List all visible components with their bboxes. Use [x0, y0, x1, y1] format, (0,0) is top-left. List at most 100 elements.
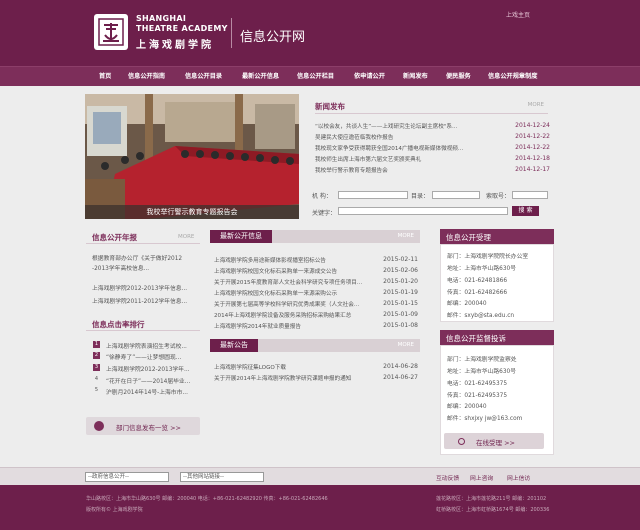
ranking-item[interactable]: “徐静寿了”——让梦想圆现...: [106, 352, 181, 361]
rank-badge: 5: [94, 387, 99, 393]
home-link[interactable]: 上戏主页: [506, 10, 530, 19]
pie-chart-icon: [94, 421, 104, 431]
nav-item-guide[interactable]: 信息公开指南: [128, 67, 165, 87]
latest-notice-row[interactable]: 关于开展2014年上海戏剧学院教学研究课题申报的通知 2014-06-27: [214, 374, 418, 384]
news-item[interactable]: 我校师生出席上海市第六届文艺奖颁奖典礼 2014-12-18: [315, 155, 550, 165]
rank-badge: 2: [93, 352, 100, 359]
latest-info-date: 2015-01-08: [383, 322, 418, 329]
nav-item-catalog[interactable]: 信息公开目录: [185, 67, 222, 87]
news-more-link[interactable]: MORE: [528, 102, 544, 108]
acceptance-address: 地址：上海市华山路630号: [447, 266, 517, 272]
latest-notice-title[interactable]: 上海戏剧学院征集LOGO下载: [214, 363, 286, 371]
latest-info-more[interactable]: MORE: [398, 233, 414, 239]
supervision-fax: 传真：021-62495375: [447, 393, 508, 399]
gov-info-select[interactable]: --政府信息公开--: [85, 472, 169, 482]
news-item-title[interactable]: 我校举行警示教育专题报告会: [315, 166, 388, 174]
keyword-input[interactable]: [338, 207, 508, 215]
latest-info-row[interactable]: 关于开展第七届高等学校科学研究优秀成果奖（人文社会... 2015-01-15: [214, 300, 418, 310]
nav-item-columns[interactable]: 信息公开栏目: [297, 67, 334, 87]
catalog-select[interactable]: [432, 191, 480, 199]
news-item-title[interactable]: 吴建民大使应邀莅临我校作报告: [315, 133, 393, 141]
news-item[interactable]: 吴建民大使应邀莅临我校作报告 2014-12-22: [315, 133, 550, 143]
annual-report-more[interactable]: MORE: [178, 234, 194, 240]
index-label: 索取号：: [486, 193, 511, 200]
ranking-item[interactable]: 沪剧月2014年14号-上海市市...: [106, 387, 188, 396]
acceptance-title: 信息公开受理: [446, 233, 491, 242]
footer-link-feedback[interactable]: 互动反馈: [436, 473, 459, 482]
search-form: 机 构： 目录： 索取号： 关键字： 搜 索: [310, 186, 550, 218]
news-item-title[interactable]: “以校会友，共谈人生”——上戏研究生论坛副主席校"系...: [315, 122, 457, 130]
annual-report-item[interactable]: 根据教育部办公厅《关于做好2012: [92, 253, 182, 262]
annual-report-item[interactable]: 上海戏剧学院2012-2013学年信息...: [92, 283, 187, 292]
keyword-label: 关键字：: [312, 210, 337, 217]
supervision-phone: 电话：021-62495375: [447, 381, 508, 387]
news-item[interactable]: 我校现文家争受获得聘获全国2014广播电视新媒体微视频... 2014-12-2…: [315, 144, 550, 154]
nav-item-news[interactable]: 新闻发布: [403, 67, 428, 87]
latest-info-row[interactable]: 2014年上海戏剧学院设备及服务采购招标采购结果汇总 2015-01-09: [214, 311, 418, 321]
news-item-date: 2014-12-17: [515, 166, 550, 173]
nav-item-rules[interactable]: 信息公开规章制度: [488, 67, 538, 87]
latest-info-row[interactable]: 上海戏剧学院2014年就业质量报告 2015-01-08: [214, 322, 418, 332]
latest-info-title[interactable]: 2014年上海戏剧学院设备及服务采购招标采购结果汇总: [214, 311, 351, 319]
latest-info-title[interactable]: 关于开展第七届高等学校科学研究优秀成果奖（人文社会...: [214, 300, 359, 308]
latest-info-date: 2015-02-11: [383, 256, 418, 263]
online-consult-button[interactable]: 在线受理 >>: [444, 433, 544, 449]
news-panel: 新闻发布 MORE “以校会友，共谈人生”——上戏研究生论坛副主席校"系... …: [310, 96, 550, 176]
footer-link-consult[interactable]: 网上咨询: [470, 473, 493, 482]
search-button[interactable]: 搜 索: [512, 206, 539, 216]
ranking-divider: [86, 330, 200, 331]
logo-text-en: SHANGHAI: [136, 14, 187, 23]
latest-notice-row[interactable]: 上海戏剧学院征集LOGO下载 2014-06-28: [214, 363, 418, 373]
latest-notice-title[interactable]: 关于开展2014年上海戏剧学院教学研究课题申报的通知: [214, 374, 351, 382]
latest-info-title[interactable]: 上海戏剧学院2014年就业质量报告: [214, 322, 301, 330]
latest-info-tab[interactable]: 最新公开信息: [210, 230, 272, 243]
latest-notice-tab[interactable]: 最新公告: [210, 339, 258, 352]
ranking-item[interactable]: 上海戏剧学院表演招生考试校...: [106, 341, 187, 350]
ranking-item[interactable]: 上海戏剧学院2012-2013学年...: [106, 364, 190, 373]
news-item[interactable]: 我校举行警示教育专题报告会 2014-12-17: [315, 166, 550, 176]
slider-caption[interactable]: 我校举行警示教育专题报告会: [85, 207, 299, 217]
latest-info-header: 最新公开信息 MORE: [210, 230, 420, 243]
rank-badge: 3: [93, 364, 100, 371]
latest-info-row[interactable]: 上海戏剧学院多用途新媒体影视播室招标公告 2015-02-11: [214, 256, 418, 266]
rank-badge: 1: [93, 341, 100, 348]
supervision-email[interactable]: 邮件：shxjxy jw@163.com: [447, 413, 522, 422]
school-logo-icon[interactable]: [94, 14, 128, 50]
ranking-item[interactable]: “花开在日子”——2014届毕业...: [106, 376, 190, 385]
latest-info-title[interactable]: 关于开展2015年度教育部人文社会科学研究专项任务项目...: [214, 278, 362, 286]
latest-info-row[interactable]: 上海戏剧学院校园文化标石采购单一来源成交公告 2015-02-06: [214, 267, 418, 277]
news-item-title[interactable]: 我校现文家争受获得聘获全国2014广播电视新媒体微视频...: [315, 144, 463, 152]
news-item-title[interactable]: 我校师生出席上海市第六届文艺奖颁奖典礼: [315, 155, 421, 163]
site-title: 信息公开网: [240, 30, 306, 45]
org-select[interactable]: [338, 191, 408, 199]
dept-info-button[interactable]: 部门信息发布一览 >>: [86, 417, 200, 435]
nav-item-home[interactable]: 首页: [99, 67, 111, 87]
news-title: 新闻发布: [315, 102, 345, 111]
latest-info-row[interactable]: 上海戏剧学院校园文化标石采购单一来源采购公示 2015-01-19: [214, 289, 418, 299]
photo-slider[interactable]: 我校举行警示教育专题报告会: [85, 94, 299, 219]
nav-item-apply[interactable]: 依申请公开: [354, 67, 385, 87]
latest-info-title[interactable]: 上海戏剧学院多用途新媒体影视播室招标公告: [214, 256, 326, 264]
latest-info-title[interactable]: 上海戏剧学院校园文化标石采购单一来源采购公示: [214, 289, 337, 297]
latest-info-row[interactable]: 关于开展2015年度教育部人文社会科学研究专项任务项目... 2015-01-2…: [214, 278, 418, 288]
acceptance-zip: 邮编：200040: [447, 301, 487, 307]
latest-info-title[interactable]: 上海戏剧学院校园文化标石采购单一来源成交公告: [214, 267, 337, 275]
news-item-date: 2014-12-24: [515, 122, 550, 129]
other-sites-select[interactable]: --其他网站链接--: [180, 472, 264, 482]
supervision-dept: 部门：上海戏剧学院监察处: [447, 357, 517, 363]
nav-item-latest[interactable]: 最新公开信息: [242, 67, 279, 87]
latest-notice-date: 2014-06-28: [383, 363, 418, 370]
latest-info-date: 2015-02-06: [383, 267, 418, 274]
acceptance-email[interactable]: 邮件：sxyb@sta.edu.cn: [447, 310, 514, 319]
annual-report-item[interactable]: 上海戏剧学院2011-2012学年信息...: [92, 296, 187, 305]
footer-link-petition[interactable]: 网上信访: [507, 473, 530, 482]
news-divider: [315, 113, 548, 114]
annual-report-item-cont[interactable]: -2013学年高校信息...: [92, 263, 149, 272]
nav-item-service[interactable]: 便民服务: [446, 67, 471, 87]
footer-address-main: 华山路校区：上海市华山路630号 邮编：200040 电话：+86-021-62…: [86, 496, 328, 502]
org-label: 机 构：: [312, 193, 332, 200]
news-item[interactable]: “以校会友，共谈人生”——上戏研究生论坛副主席校"系... 2014-12-24: [315, 122, 550, 132]
supervision-address: 地址：上海市华山路630号: [447, 369, 517, 375]
latest-notice-more[interactable]: MORE: [398, 342, 414, 348]
index-input[interactable]: [512, 191, 548, 199]
